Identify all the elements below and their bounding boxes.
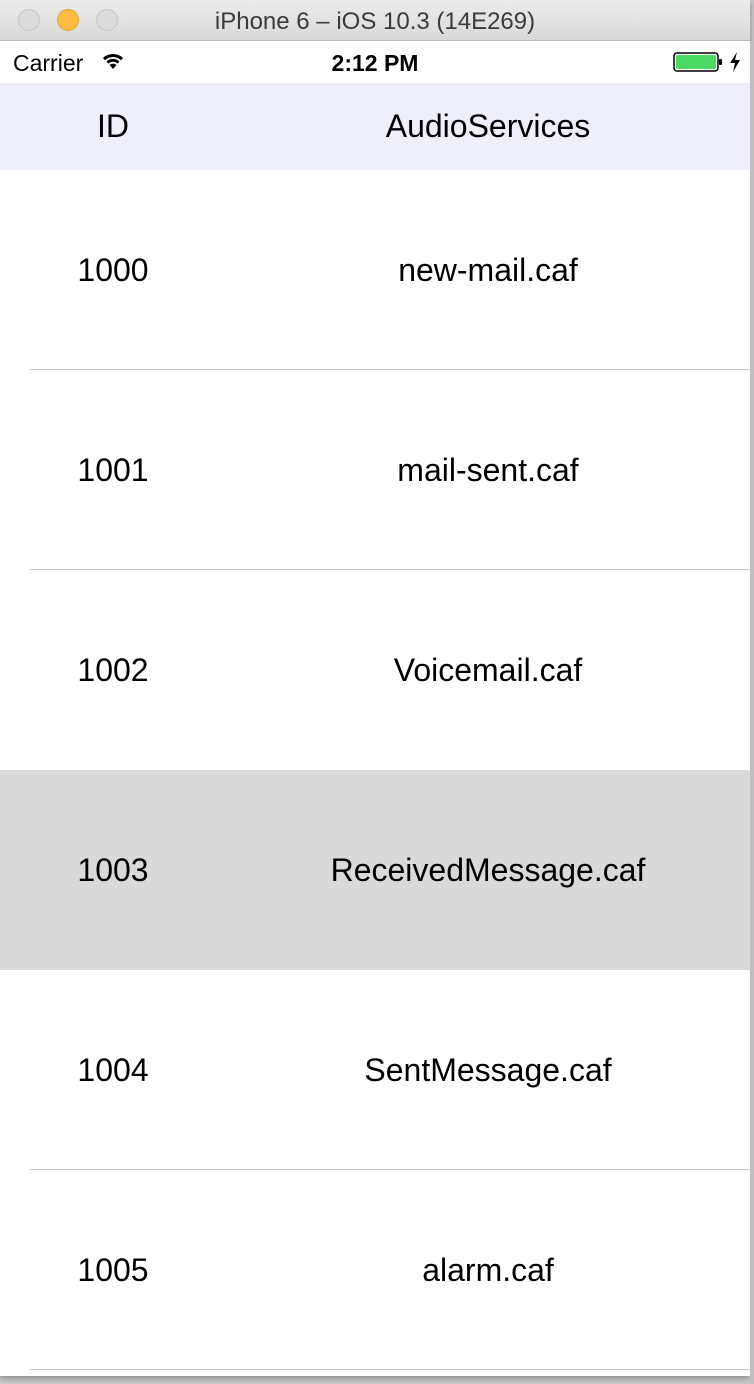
row-sound-cell: Voicemail.caf bbox=[393, 652, 583, 688]
row-sound-cell: mail-sent.caf bbox=[397, 452, 579, 488]
row-sound-cell: new-mail.caf bbox=[398, 252, 578, 288]
row-id-cell: 1004 bbox=[77, 1052, 149, 1088]
table-row[interactable]: 1000 new-mail.caf bbox=[0, 170, 750, 370]
status-time: 2:12 PM bbox=[331, 50, 419, 76]
row-id-cell: 1000 bbox=[77, 252, 149, 288]
table-row[interactable]: 1005 alarm.caf bbox=[0, 1170, 750, 1370]
table-header: ID AudioServices bbox=[0, 83, 750, 170]
sound-table[interactable]: 1000 new-mail.caf 1001 mail-sent.caf 100… bbox=[0, 170, 750, 1370]
row-sound-cell: SentMessage.caf bbox=[364, 1052, 612, 1088]
row-sound-cell: alarm.caf bbox=[422, 1252, 554, 1288]
row-id-cell: 1005 bbox=[77, 1252, 149, 1288]
row-id-cell: 1002 bbox=[77, 652, 149, 688]
row-separator bbox=[30, 1369, 750, 1370]
row-id-cell: 1001 bbox=[77, 452, 149, 488]
table-row-selected[interactable]: 1003 ReceivedMessage.caf bbox=[0, 770, 750, 970]
window-titlebar[interactable]: iPhone 6 – iOS 10.3 (14E269) bbox=[0, 0, 750, 41]
table-row[interactable]: 1004 SentMessage.caf bbox=[0, 970, 750, 1170]
table-row[interactable]: 1002 Voicemail.caf bbox=[0, 570, 750, 770]
window-shadow-edge bbox=[750, 41, 754, 1384]
id-column-header: ID bbox=[97, 108, 129, 144]
charging-bolt-icon bbox=[730, 52, 740, 72]
battery-icon bbox=[673, 52, 722, 72]
audioservices-column-header: AudioServices bbox=[385, 108, 591, 144]
row-sound-cell: ReceivedMessage.caf bbox=[330, 852, 646, 888]
ios-status-bar: Carrier 2:12 PM bbox=[0, 41, 750, 83]
simulator-window: iPhone 6 – iOS 10.3 (14E269) Carrier 2:1… bbox=[0, 0, 750, 1376]
table-row[interactable]: 1001 mail-sent.caf bbox=[0, 370, 750, 570]
row-id-cell: 1003 bbox=[77, 852, 149, 888]
window-title: iPhone 6 – iOS 10.3 (14E269) bbox=[214, 8, 536, 35]
